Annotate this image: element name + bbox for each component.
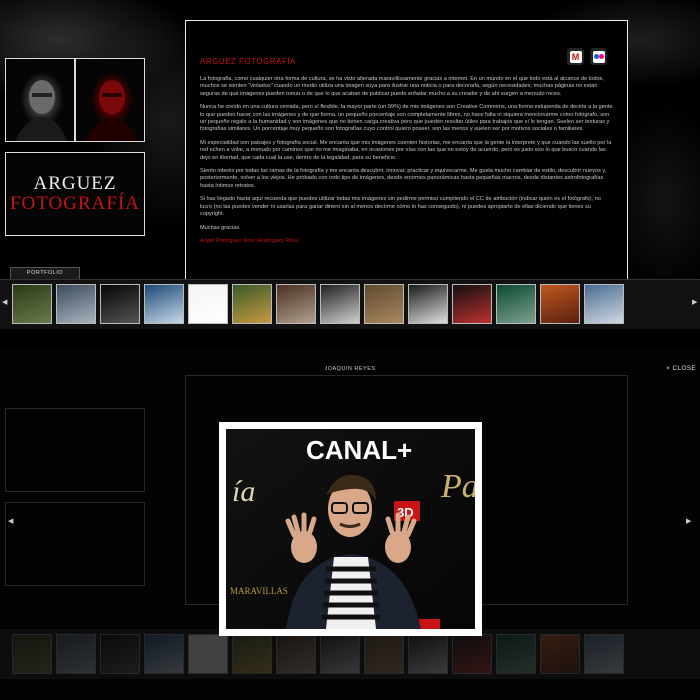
share-buttons: M [567, 48, 607, 65]
ghost-thumb-dog [364, 634, 404, 674]
thumb-no-sign[interactable] [408, 284, 448, 324]
article-paragraph: Si has llegado hasta aquí recuerda que p… [200, 196, 601, 218]
article-paragraph: La fotografía, como cualquier otra forma… [200, 76, 604, 97]
ghost-logo [5, 502, 145, 586]
ghost-thumb-forest [12, 634, 52, 674]
thumb-hills[interactable] [232, 284, 272, 324]
brand-subtitle: FOTOGRAFÍA [9, 193, 140, 214]
lightbox-frame: CANAL+ 3D ía MARAVILLAS Pa [219, 422, 482, 636]
article-signature-link[interactable]: Angel Rodríguez Ríos (Rodríguez Ríos) [200, 238, 613, 245]
article-body: La fotografía, como cualquier otra forma… [200, 76, 613, 245]
arrow-left-icon[interactable]: ◀ [8, 517, 13, 525]
ghost-thumb-pool-table [496, 634, 536, 674]
article-title: ARGUEZ FOTOGRAFÍA [200, 57, 296, 66]
ghost-thumb-lake [584, 634, 624, 674]
brand-logo[interactable]: ARGUEZ FOTOGRAFÍA [5, 152, 145, 236]
portrait-photos [5, 58, 145, 142]
thumb-man-event[interactable] [452, 284, 492, 324]
about-article: M ARGUEZ FOTOGRAFÍA La fotografía, como … [185, 20, 628, 280]
ghost-thumb-aqueduct [56, 634, 96, 674]
portrait-photo-icon: CANAL+ 3D ía MARAVILLAS Pa [226, 429, 475, 629]
gmail-icon: M [569, 50, 582, 63]
ghost-thumb-group-photo [276, 634, 316, 674]
brand-name: ARGUEZ [33, 173, 117, 194]
poster-subtitle-fragment: MARAVILLAS [230, 586, 288, 596]
thumb-sunset[interactable] [540, 284, 580, 324]
thumb-group-photo[interactable] [276, 284, 316, 324]
flickr-icon [592, 50, 605, 63]
portrait-silhouette-icon [15, 80, 68, 141]
ghost-thumb-hills [232, 634, 272, 674]
gmail-share-button[interactable]: M [567, 48, 584, 65]
ghost-thumb-sea-lighthouse [144, 634, 184, 674]
thumb-aqueduct[interactable] [56, 284, 96, 324]
flickr-share-button[interactable] [590, 48, 607, 65]
banner-text: CANAL+ [306, 435, 412, 465]
arrow-right-icon[interactable]: ▶ [686, 517, 691, 525]
article-paragraph: Nunca he creído en una cultura cerrada, … [200, 104, 613, 133]
article-paragraph: Mi especialidad son paisajes y fotografí… [200, 139, 612, 161]
lightbox-photo[interactable]: CANAL+ 3D ía MARAVILLAS Pa [226, 429, 475, 629]
arrow-right-icon[interactable]: ▶ [692, 298, 697, 306]
portrait-photo-red [74, 59, 144, 141]
ghost-thumb-white [188, 634, 228, 674]
ghost-thumb-bw-people [320, 634, 360, 674]
thumb-dark-night[interactable] [100, 284, 140, 324]
ghost-thumb-man-event [452, 634, 492, 674]
ghost-thumb-dark-night [100, 634, 140, 674]
portrait-silhouette-icon [85, 80, 138, 141]
thumb-sea-lighthouse[interactable] [144, 284, 184, 324]
ghost-portraits [5, 408, 145, 492]
ghost-thumb-no-sign [408, 634, 448, 674]
portrait-photo-bw [6, 59, 74, 141]
thumb-dog[interactable] [364, 284, 404, 324]
thumb-pool-table[interactable] [496, 284, 536, 324]
arrow-left-icon[interactable]: ◀ [2, 298, 7, 306]
thumb-lake[interactable] [584, 284, 624, 324]
svg-text:Pa: Pa [440, 468, 475, 505]
thumb-bw-people[interactable] [320, 284, 360, 324]
thumb-forest[interactable] [12, 284, 52, 324]
article-paragraph: Muchas gracias. [200, 224, 241, 231]
close-button[interactable]: × CLOSE [666, 365, 696, 372]
article-paragraph: Siento interés por todas las ramas de la… [200, 168, 607, 189]
portfolio-thumbnails [12, 284, 624, 324]
thumb-white[interactable] [188, 284, 228, 324]
tab-portfolio[interactable]: PORTFOLIO [10, 267, 80, 279]
lightbox-caption: JOAQUIN REYES [324, 366, 376, 372]
ghost-thumb-sunset [540, 634, 580, 674]
poster-title-fragment: ía [232, 475, 255, 508]
